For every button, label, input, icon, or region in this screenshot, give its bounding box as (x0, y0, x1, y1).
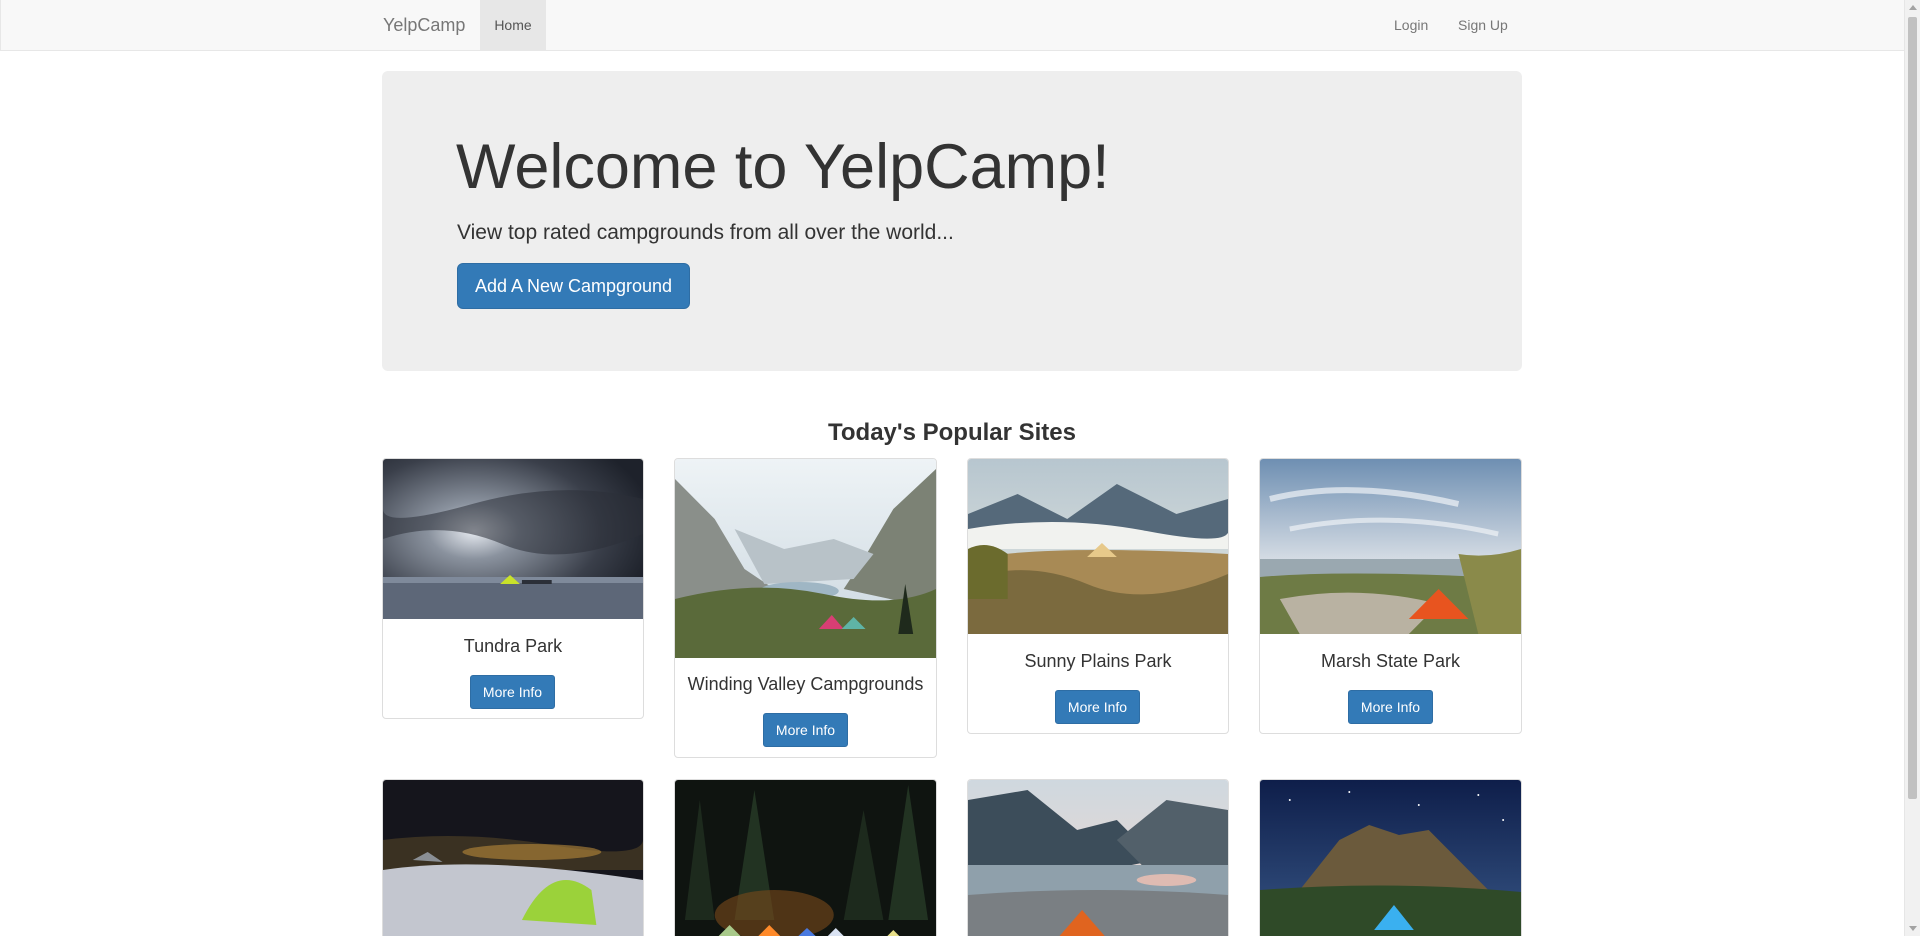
more-info-button[interactable]: More Info (1055, 690, 1140, 724)
navbar: YelpCamp Home Login Sign Up (0, 0, 1904, 51)
campground-image[interactable] (675, 459, 936, 658)
nav-signup-link[interactable]: Sign Up (1458, 0, 1508, 50)
campground-name: Tundra Park (463, 636, 563, 656)
campground-card: Sunny Plains Park More Info (967, 458, 1229, 734)
campground-image[interactable] (968, 459, 1228, 634)
campground-image[interactable] (1260, 780, 1521, 936)
brand-link[interactable]: YelpCamp (383, 0, 465, 50)
campground-card: Marsh State Park More Info (1259, 458, 1522, 734)
campground-image[interactable] (383, 780, 643, 936)
campground-card: Tundra Park More Info (382, 458, 644, 719)
page-scrollbar[interactable] (1904, 0, 1920, 936)
campground-name: Sunny Plains Park (1024, 651, 1172, 671)
campground-name: Winding Valley Campgrounds (687, 674, 924, 694)
page-title: Welcome to YelpCamp! (456, 132, 1110, 202)
campground-card (967, 779, 1229, 936)
campground-name: Marsh State Park (1320, 651, 1461, 671)
nav-home-link[interactable]: Home (480, 0, 546, 50)
more-info-button[interactable]: More Info (763, 713, 848, 747)
scroll-thumb[interactable] (1908, 17, 1917, 799)
nav-login-link[interactable]: Login (1394, 0, 1428, 50)
section-title: Today's Popular Sites (828, 419, 1076, 446)
scroll-down-icon[interactable] (1909, 926, 1917, 931)
page-subtitle: View top rated campgrounds from all over… (457, 221, 954, 244)
campground-image[interactable] (968, 780, 1228, 936)
campground-card (382, 779, 644, 936)
more-info-button[interactable]: More Info (1348, 690, 1433, 724)
campground-card: Winding Valley Campgrounds More Info (674, 458, 937, 758)
add-campground-button[interactable]: Add A New Campground (457, 263, 690, 309)
more-info-button[interactable]: More Info (470, 675, 555, 709)
campground-image[interactable] (675, 780, 936, 936)
campground-image[interactable] (383, 459, 643, 619)
scroll-up-icon[interactable] (1909, 5, 1917, 10)
campground-card (674, 779, 937, 936)
jumbotron: Welcome to YelpCamp! View top rated camp… (382, 71, 1522, 371)
campground-image[interactable] (1260, 459, 1521, 634)
campground-card (1259, 779, 1522, 936)
